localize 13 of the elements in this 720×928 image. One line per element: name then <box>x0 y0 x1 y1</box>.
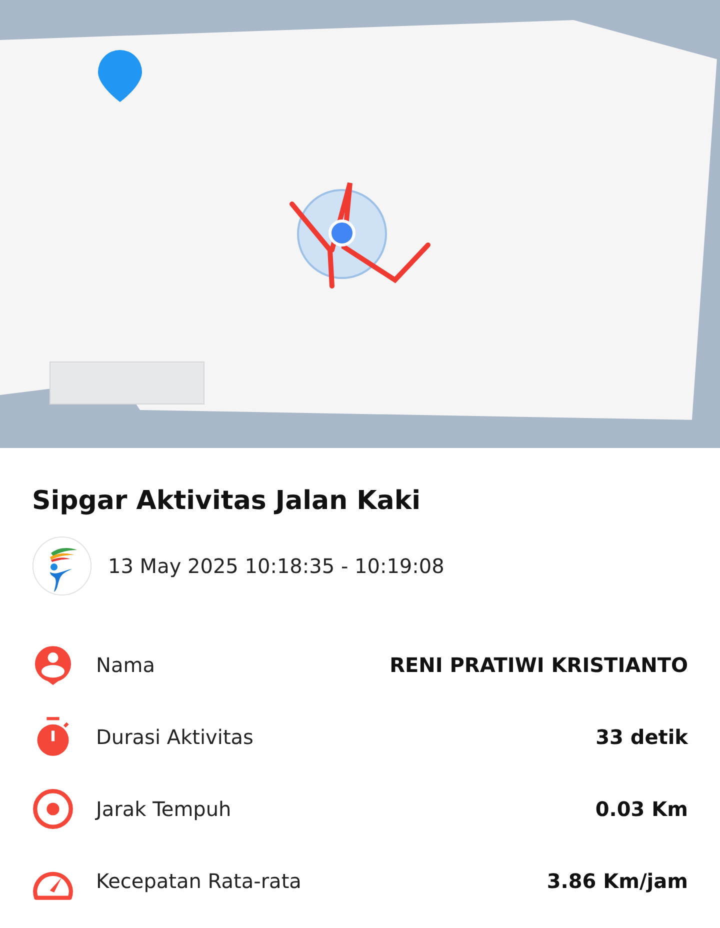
detail-label: Kecepatan Rata-rata <box>96 869 302 893</box>
target-icon <box>32 788 74 830</box>
detail-label: Nama <box>96 653 156 677</box>
detail-value: 3.86 Km/jam <box>546 869 688 893</box>
detail-value: 0.03 Km <box>595 797 688 821</box>
detail-value: 33 detik <box>596 725 688 749</box>
logo-icon <box>32 536 92 596</box>
time-range: 13 May 2025 10:18:35 - 10:19:08 <box>108 554 444 578</box>
activity-title: Sipgar Aktivitas Jalan Kaki <box>32 486 422 516</box>
detail-label: Durasi Aktivitas <box>96 725 254 749</box>
person-pin-icon <box>32 644 74 686</box>
detail-value: RENI PRATIWI KRISTIANTO <box>390 653 688 677</box>
detail-label: Jarak Tempuh <box>96 797 232 821</box>
